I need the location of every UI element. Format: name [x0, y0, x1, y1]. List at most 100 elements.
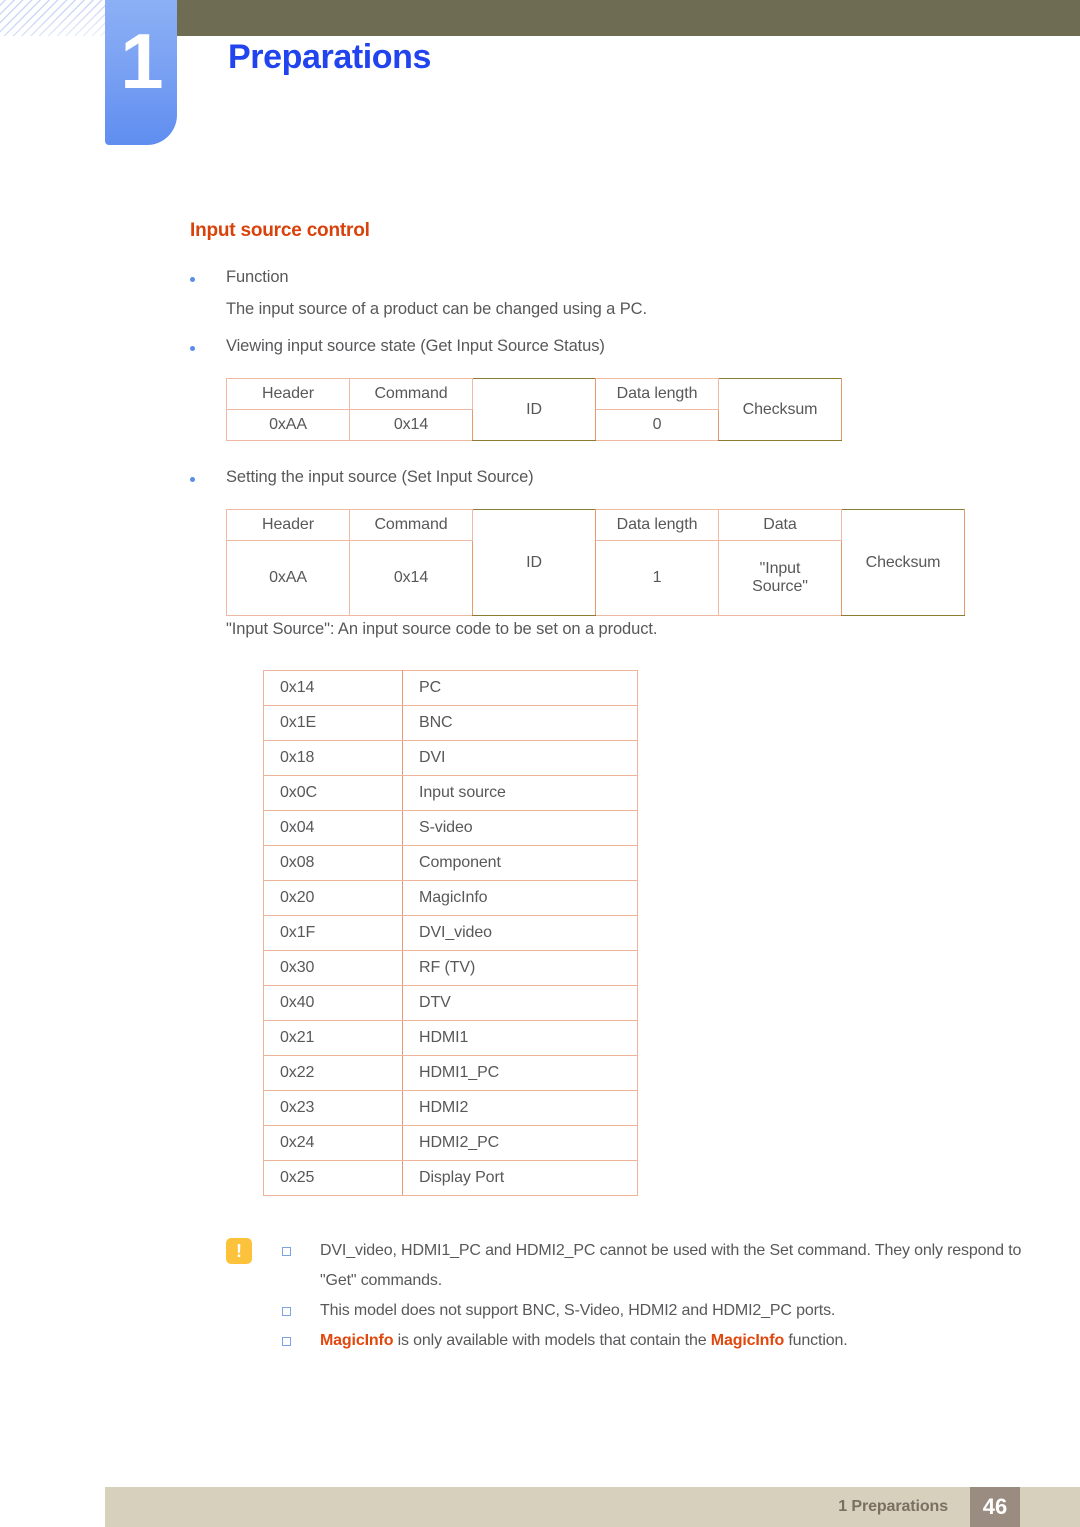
source-code-name: HDMI1 [402, 1020, 638, 1056]
source-code-value: 0x30 [263, 950, 403, 986]
source-code-name: DVI [402, 740, 638, 776]
get-header-checksum: Checksum [718, 378, 842, 441]
source-code-name: Input source [402, 775, 638, 811]
source-code-value: 0x1F [263, 915, 403, 951]
magicinfo-term: MagicInfo [320, 1332, 394, 1349]
note-item-text: DVI_video, HDMI1_PC and HDMI2_PC cannot … [320, 1242, 1022, 1289]
set-header-command: Command [349, 509, 473, 541]
get-header-command: Command [349, 378, 473, 410]
bullet-dot-icon [190, 277, 195, 282]
bullet-dot-icon [190, 346, 195, 351]
bullet-function: Function [190, 268, 289, 287]
magicinfo-tail: function. [784, 1332, 848, 1349]
input-source-code-body: 0x14 PC 0x1E BNC 0x18 DVI 0x0C Input source 0x04… [263, 670, 638, 1196]
source-code-name: BNC [402, 705, 638, 741]
note-item: This model does not support BNC, S-Video… [282, 1296, 1016, 1326]
get-value-header: 0xAA [226, 409, 350, 441]
magicinfo-term-2: MagicInfo [710, 1332, 785, 1349]
warning-icon: ! [226, 1238, 252, 1264]
bullet-function-label: Function [226, 268, 289, 286]
table-row: 0x0C Input source [263, 775, 638, 811]
chapter-title: Preparations [228, 38, 432, 76]
header-olive-bar [172, 0, 1080, 36]
source-code-name: S-video [402, 810, 638, 846]
source-code-value: 0x18 [263, 740, 403, 776]
table-row: 0x04 S-video [263, 810, 638, 846]
source-code-value: 0x0C [263, 775, 403, 811]
get-header-datalength: Data length [595, 378, 719, 410]
source-code-value: 0x04 [263, 810, 403, 846]
table-row: 0x30 RF (TV) [263, 950, 638, 986]
chapter-number-tab: 1 [105, 0, 177, 145]
table-row: 0x21 HDMI1 [263, 1020, 638, 1056]
table-row: 0x40 DTV [263, 985, 638, 1021]
source-code-name: Display Port [402, 1160, 638, 1196]
table-row: 0x1F DVI_video [263, 915, 638, 951]
footer-chapter-label: 1 Preparations [838, 1498, 948, 1515]
source-code-name: PC [402, 670, 638, 706]
get-value-datalength: 0 [595, 409, 719, 441]
note-list: DVI_video, HDMI1_PC and HDMI2_PC cannot … [282, 1236, 1021, 1356]
get-input-source-status-table: Header Command ID Data length Checksum 0… [226, 378, 842, 441]
warning-icon-mark: ! [236, 1241, 242, 1261]
bullet-viewing-label: Viewing input source state (Get Input So… [226, 337, 605, 355]
source-code-value: 0x14 [263, 670, 403, 706]
source-code-value: 0x20 [263, 880, 403, 916]
source-code-value: 0x21 [263, 1020, 403, 1056]
set-header-checksum: Checksum [841, 509, 965, 616]
get-header-header: Header [226, 378, 350, 410]
set-value-command: 0x14 [349, 540, 473, 616]
set-value-header: 0xAA [226, 540, 350, 616]
table-row: 0x14 PC [263, 670, 638, 706]
table-row: 0x08 Component [263, 845, 638, 881]
note-item-magicinfo: MagicInfo is only available with models … [282, 1326, 1016, 1356]
source-code-name: DVI_video [402, 915, 638, 951]
input-source-code-table: 0x14 PC 0x1E BNC 0x18 DVI 0x0C Input source 0x04… [263, 670, 638, 1196]
table-row: 0x1E BNC [263, 705, 638, 741]
set-header-data: Data [718, 509, 842, 541]
function-description: The input source of a product can be cha… [226, 300, 647, 318]
set-input-source-table: Header Command ID Data length Data Check… [226, 509, 965, 616]
set-value-datalength: 1 [595, 540, 719, 616]
table-row: 0x22 HDMI1_PC [263, 1055, 638, 1091]
page-header: 1 Preparations [0, 0, 1080, 160]
source-code-value: 0x24 [263, 1125, 403, 1161]
note-item-text: This model does not support BNC, S-Video… [320, 1302, 836, 1319]
get-header-id: ID [472, 378, 596, 441]
square-bullet-icon [282, 1307, 291, 1316]
chapter-number: 1 [120, 17, 163, 105]
section-title: Input source control [190, 220, 370, 241]
magicinfo-mid: is only available with models that conta… [393, 1332, 711, 1349]
set-value-data: "Input Source" [718, 540, 842, 616]
bullet-setting-source: Setting the input source (Set Input Sour… [190, 468, 534, 487]
table-row: Header Command ID Data length Checksum [226, 378, 842, 441]
set-value-data-line1: "Input [759, 560, 801, 577]
bullet-setting-label: Setting the input source (Set Input Sour… [226, 468, 534, 486]
input-source-explanation: "Input Source": An input source code to … [226, 620, 658, 638]
bullet-dot-icon [190, 477, 195, 482]
source-code-value: 0x25 [263, 1160, 403, 1196]
table-row: 0x25 Display Port [263, 1160, 638, 1196]
source-code-value: 0x1E [263, 705, 403, 741]
source-code-value: 0x22 [263, 1055, 403, 1091]
source-code-name: HDMI2 [402, 1090, 638, 1126]
source-code-name: Component [402, 845, 638, 881]
source-code-name: HDMI2_PC [402, 1125, 638, 1161]
source-code-value: 0x40 [263, 985, 403, 1021]
square-bullet-icon [282, 1247, 291, 1256]
table-row: Header Command ID Data length Data Check… [226, 509, 965, 616]
note-item: DVI_video, HDMI1_PC and HDMI2_PC cannot … [282, 1236, 1060, 1296]
set-value-data-line2: Source" [752, 578, 808, 595]
source-code-value: 0x23 [263, 1090, 403, 1126]
source-code-name: HDMI1_PC [402, 1055, 638, 1091]
note-block: ! DVI_video, HDMI1_PC and HDMI2_PC canno… [226, 1236, 1021, 1356]
table-row: 0x24 HDMI2_PC [263, 1125, 638, 1161]
source-code-value: 0x08 [263, 845, 403, 881]
set-header-header: Header [226, 509, 350, 541]
source-code-name: MagicInfo [402, 880, 638, 916]
set-header-datalength: Data length [595, 509, 719, 541]
table-row: 0x23 HDMI2 [263, 1090, 638, 1126]
table-row: 0x20 MagicInfo [263, 880, 638, 916]
footer-page-number: 46 [982, 1494, 1008, 1519]
bullet-viewing-state: Viewing input source state (Get Input So… [190, 337, 605, 356]
